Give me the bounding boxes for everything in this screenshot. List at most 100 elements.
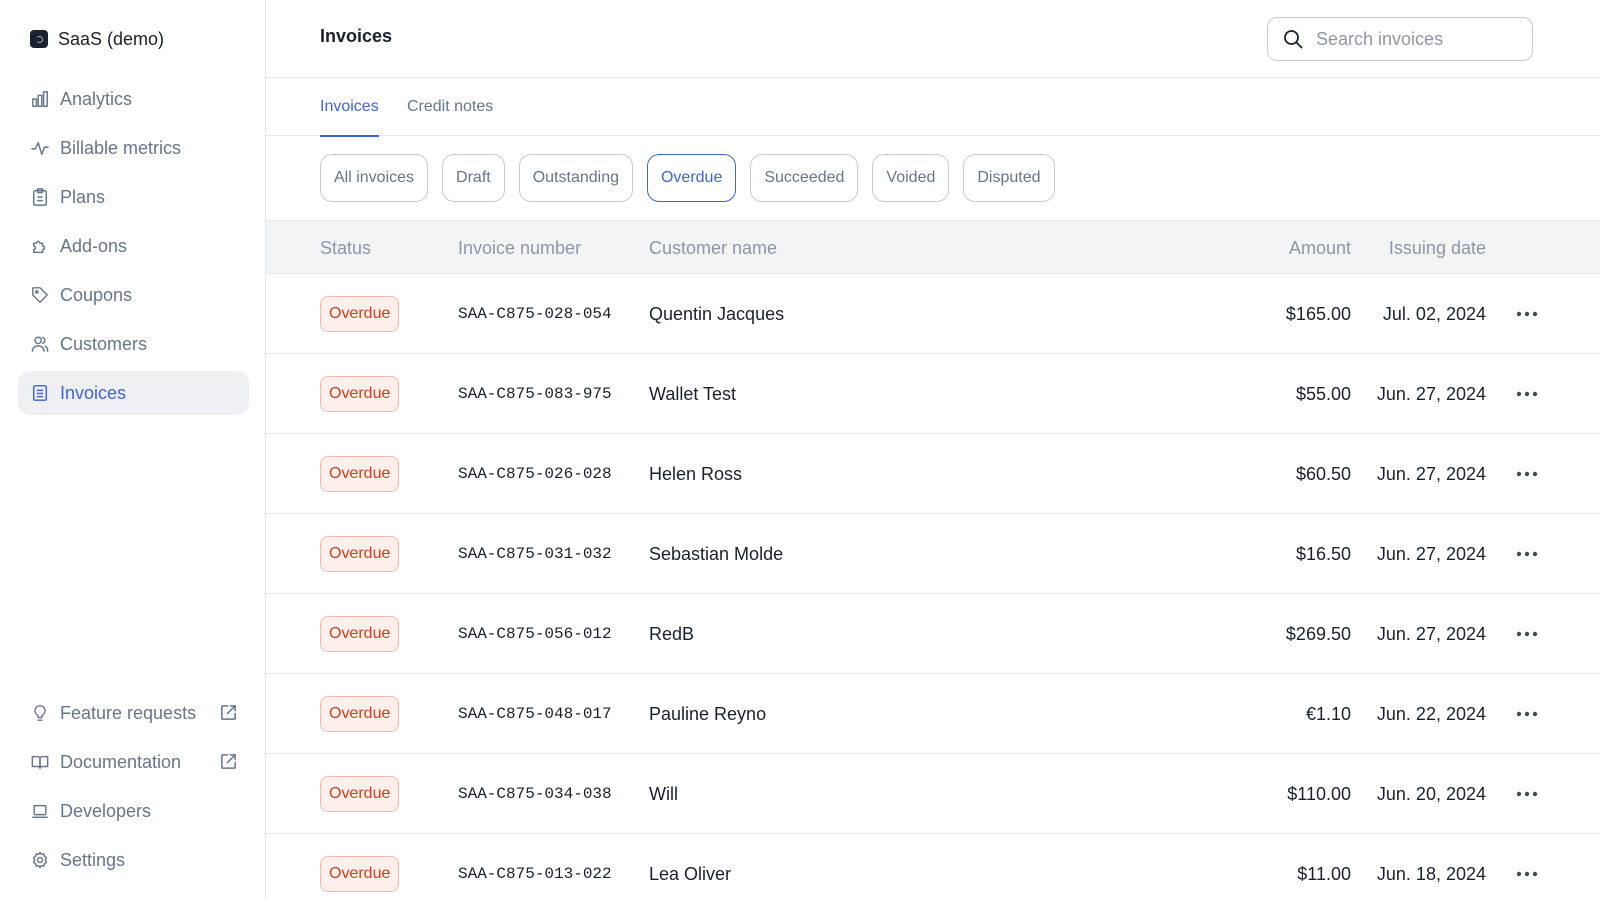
issuing-date: Jun. 27, 2024	[1376, 463, 1486, 484]
invoice-number: SAA-C875-031-032	[458, 545, 612, 563]
status-badge: Overdue	[320, 696, 400, 732]
more-horizontal-icon	[1516, 791, 1538, 797]
main-content: Invoices Invoices Credit notes All invoi…	[266, 0, 1600, 899]
filter-all-invoices[interactable]: All invoices	[320, 154, 429, 202]
row-actions-button[interactable]	[1512, 540, 1542, 568]
sidebar-item-feature-requests[interactable]: Feature requests	[18, 691, 249, 735]
filter-voided[interactable]: Voided	[872, 154, 950, 202]
sidebar-item-label: Billable metrics	[60, 137, 182, 158]
gear-icon	[30, 850, 50, 870]
issuing-date: Jun. 20, 2024	[1376, 783, 1486, 804]
sidebar-item-developers[interactable]: Developers	[18, 789, 249, 833]
status-badge: Overdue	[320, 776, 400, 812]
filter-overdue[interactable]: Overdue	[646, 154, 737, 202]
row-actions-button[interactable]	[1512, 700, 1542, 728]
issuing-date: Jun. 27, 2024	[1376, 543, 1486, 564]
row-actions-button[interactable]	[1512, 860, 1542, 888]
sidebar-item-invoices[interactable]: Invoices	[18, 371, 249, 415]
table-row[interactable]: Overdue SAA-C875-048-017 Pauline Reyno €…	[266, 674, 1600, 754]
table-body: Overdue SAA-C875-028-054 Quentin Jacques…	[266, 274, 1600, 899]
sidebar-item-billable-metrics[interactable]: Billable metrics	[18, 126, 249, 170]
row-actions-button[interactable]	[1512, 620, 1542, 648]
status-badge: Overdue	[320, 376, 400, 412]
invoice-amount: $165.00	[1285, 303, 1351, 324]
invoice-amount: $11.00	[1297, 863, 1351, 884]
sidebar-item-label: Add-ons	[60, 235, 128, 256]
table-row[interactable]: Overdue SAA-C875-034-038 Will $110.00 Ju…	[266, 754, 1600, 834]
table-row[interactable]: Overdue SAA-C875-031-032 Sebastian Molde…	[266, 514, 1600, 594]
external-link-icon	[219, 703, 239, 723]
sidebar-item-settings[interactable]: Settings	[18, 838, 249, 882]
column-header-customer-name: Customer name	[649, 237, 778, 258]
more-horizontal-icon	[1516, 551, 1538, 557]
filter-succeeded[interactable]: Succeeded	[750, 154, 859, 202]
sidebar-item-label: Customers	[60, 333, 148, 354]
row-actions-button[interactable]	[1512, 780, 1542, 808]
invoice-number: SAA-C875-056-012	[458, 625, 612, 643]
table-row[interactable]: Overdue SAA-C875-026-028 Helen Ross $60.…	[266, 434, 1600, 514]
invoice-amount: $16.50	[1295, 543, 1351, 564]
clipboard-icon	[30, 187, 50, 207]
puzzle-icon	[30, 236, 50, 256]
search-input[interactable]	[1316, 28, 1506, 50]
invoice-amount: $110.00	[1287, 783, 1351, 804]
row-actions-button[interactable]	[1512, 460, 1542, 488]
invoice-amount: $55.00	[1295, 383, 1351, 404]
sidebar-item-documentation[interactable]: Documentation	[18, 740, 249, 784]
status-badge: Overdue	[320, 536, 400, 572]
column-header-amount: Amount	[1288, 237, 1351, 258]
tab-credit-notes[interactable]: Credit notes	[407, 78, 493, 136]
sidebar-item-label: Coupons	[60, 284, 133, 305]
status-badge: Overdue	[320, 456, 400, 492]
invoice-number: SAA-C875-048-017	[458, 705, 612, 723]
more-horizontal-icon	[1516, 711, 1538, 717]
more-horizontal-icon	[1516, 311, 1538, 317]
status-filters: All invoices Draft Outstanding Overdue S…	[320, 154, 1055, 204]
row-actions-button[interactable]	[1512, 300, 1542, 328]
row-actions-button[interactable]	[1512, 380, 1542, 408]
invoice-amount: $60.50	[1295, 463, 1351, 484]
sidebar-item-coupons[interactable]: Coupons	[18, 273, 249, 317]
sidebar-item-label: Plans	[60, 186, 106, 207]
invoice-number: SAA-C875-083-975	[458, 385, 612, 403]
filter-draft[interactable]: Draft	[442, 154, 505, 202]
invoice-number: SAA-C875-026-028	[458, 465, 612, 483]
column-header-invoice-number: Invoice number	[458, 237, 582, 258]
search-box[interactable]	[1267, 17, 1533, 61]
pulse-icon	[30, 138, 50, 158]
issuing-date: Jun. 22, 2024	[1376, 703, 1486, 724]
tab-invoices[interactable]: Invoices	[320, 78, 379, 137]
invoice-amount: $269.50	[1285, 623, 1351, 644]
sidebar-item-label: Invoices	[60, 382, 127, 403]
table-row[interactable]: Overdue SAA-C875-056-012 RedB $269.50 Ju…	[266, 594, 1600, 674]
issuing-date: Jun. 27, 2024	[1376, 383, 1486, 404]
issuing-date: Jun. 27, 2024	[1376, 623, 1486, 644]
users-icon	[30, 334, 50, 354]
org-switcher[interactable]: SaaS (demo)	[30, 26, 164, 52]
sidebar-item-label: Developers	[60, 800, 152, 821]
sidebar-item-analytics[interactable]: Analytics	[18, 77, 249, 121]
lightbulb-icon	[30, 703, 50, 723]
book-icon	[30, 752, 50, 772]
external-link-icon	[219, 752, 239, 772]
document-icon	[30, 383, 50, 403]
sidebar-item-label: Settings	[60, 849, 126, 870]
filter-outstanding[interactable]: Outstanding	[518, 154, 633, 202]
sidebar-item-customers[interactable]: Customers	[18, 322, 249, 366]
sidebar-item-plans[interactable]: Plans	[18, 175, 249, 219]
customer-name: Quentin Jacques	[649, 303, 785, 324]
customer-name: RedB	[649, 623, 695, 644]
table-header: Status Invoice number Customer name Amou…	[266, 220, 1600, 274]
table-row[interactable]: Overdue SAA-C875-083-975 Wallet Test $55…	[266, 354, 1600, 434]
sidebar-item-add-ons[interactable]: Add-ons	[18, 224, 249, 268]
filter-disputed[interactable]: Disputed	[963, 154, 1055, 202]
secondary-nav: Feature requests Documentation Developer…	[18, 691, 249, 887]
issuing-date: Jul. 02, 2024	[1382, 303, 1486, 324]
issuing-date: Jun. 18, 2024	[1376, 863, 1486, 884]
sidebar: SaaS (demo) Analytics Billable metrics P…	[0, 0, 266, 899]
org-name: SaaS (demo)	[58, 28, 165, 49]
table-row[interactable]: Overdue SAA-C875-028-054 Quentin Jacques…	[266, 274, 1600, 354]
column-header-issuing-date: Issuing date	[1388, 237, 1486, 258]
table-row[interactable]: Overdue SAA-C875-013-022 Lea Oliver $11.…	[266, 834, 1600, 899]
page-title: Invoices	[320, 26, 393, 46]
